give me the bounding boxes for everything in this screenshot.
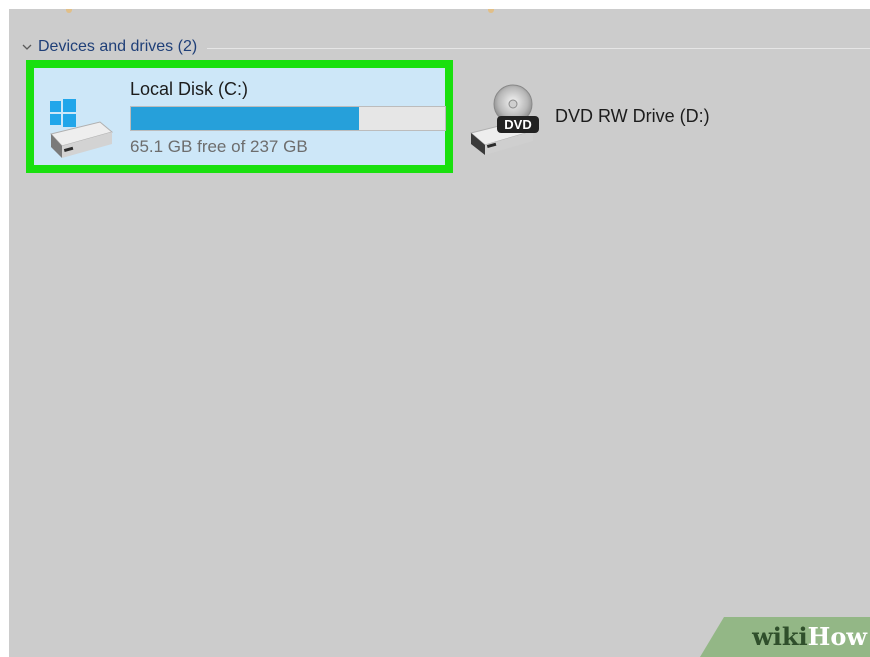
chevron-down-icon[interactable] <box>21 41 33 53</box>
watermark-wiki: wiki <box>752 622 808 651</box>
group-divider <box>207 47 870 49</box>
drive-dvd-d[interactable]: DVD DVD RW Drive (D:) <box>467 81 747 161</box>
storage-usage-fill <box>131 107 359 130</box>
drive-free-space: 65.1 GB free of 237 GB <box>130 137 308 156</box>
file-explorer-pane: Devices and drives (2) Local Disk (C:) 6… <box>9 9 870 657</box>
dvd-icon-label: DVD <box>504 117 531 132</box>
devices-group-header[interactable]: Devices and drives (2) <box>21 36 870 58</box>
watermark-how: How <box>807 622 867 651</box>
storage-usage-bar <box>130 106 446 131</box>
windows-hard-drive-icon <box>42 98 116 162</box>
folder-icon-edge <box>66 9 72 13</box>
wikihow-watermark: wikiHow <box>700 617 870 657</box>
toolbar-remnant <box>9 9 870 17</box>
drive-name: Local Disk (C:) <box>130 79 249 99</box>
dvd-drive-icon: DVD <box>467 81 543 157</box>
drive-local-disk-c[interactable]: Local Disk (C:) 65.1 GB free of 237 GB <box>26 60 453 173</box>
folder-icon-edge <box>488 9 494 13</box>
group-title: Devices and drives (2) <box>38 38 198 55</box>
drive-name: DVD RW Drive (D:) <box>555 106 710 126</box>
